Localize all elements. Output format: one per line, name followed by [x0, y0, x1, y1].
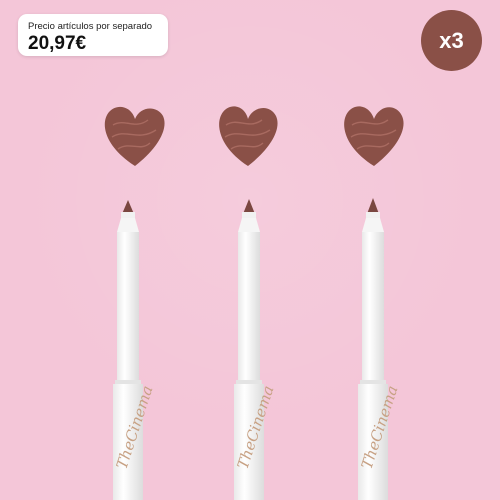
product-image: TheCinema TheCinema TheCinema Precio art…: [0, 0, 500, 500]
heart-swatch-1: [104, 106, 165, 166]
pencil-3: TheCinema: [358, 198, 402, 500]
heart-swatch-2: [219, 106, 278, 166]
pencil-2: TheCinema: [234, 199, 278, 500]
heart-swatch-3: [344, 106, 404, 166]
price-label: Precio artículos por separado: [28, 21, 153, 32]
quantity-badge: x3: [421, 10, 482, 71]
pencil-1: TheCinema: [113, 200, 157, 500]
product-illustration: TheCinema TheCinema TheCinema: [104, 106, 404, 500]
price-value: 20,97€: [28, 33, 87, 54]
price-badge: Precio artículos por separado 20,97€: [18, 14, 168, 56]
